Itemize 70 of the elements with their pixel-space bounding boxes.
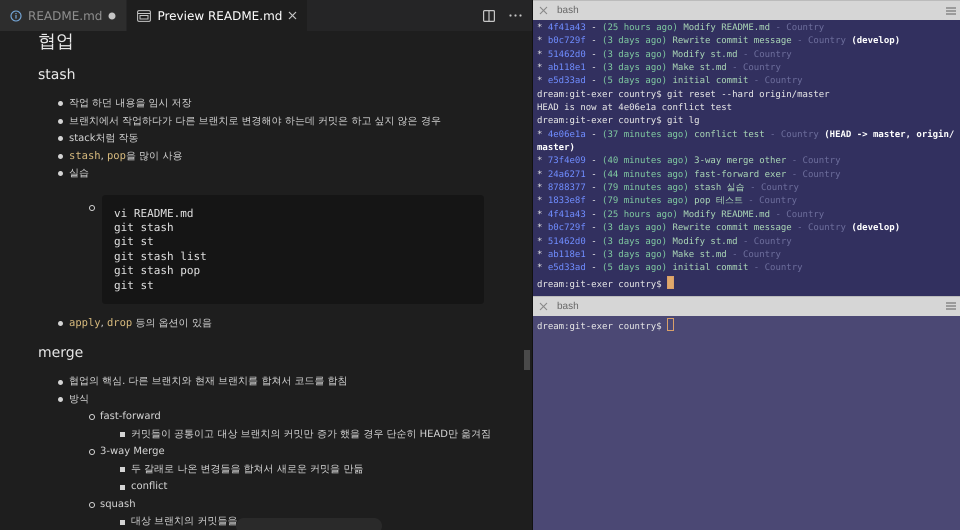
log-line: * 4f41a43 - (25 hours ago) Modify README.md - Country: [537, 22, 826, 35]
info-icon: [10, 10, 22, 22]
list-item-text: apply, drop 등의 옵션이 있음: [69, 316, 212, 331]
bullet-icon: [89, 205, 95, 212]
close-icon[interactable]: [288, 11, 298, 20]
list-item-text: fast-forward: [100, 410, 161, 424]
list-item-text: 두 갈래로 나온 변경들을 합쳐서 새로운 커밋을 만듦: [131, 462, 364, 477]
log-line: * 73f4e09 - (40 minutes ago) 3-way merge other - Country: [537, 155, 842, 168]
scrollbar-thumb[interactable]: [524, 350, 530, 370]
list-item-text: 방식: [69, 392, 89, 407]
bullet-icon: [58, 321, 63, 326]
terminal-title: bash: [557, 300, 579, 312]
section-heading: stash: [38, 66, 76, 85]
section-heading: merge: [38, 344, 84, 364]
list-item-text: squash: [100, 498, 136, 512]
list-item-text: 3-way Merge: [100, 445, 165, 460]
bullet-icon: [58, 171, 63, 176]
editor-tab[interactable]: README.md: [0, 0, 128, 31]
terminal-title: bash: [557, 5, 579, 16]
bullet-icon: [120, 467, 125, 472]
prompt-line: dream:git-exer country$: [537, 276, 958, 292]
bullet-icon: [58, 380, 63, 385]
log-line: * 51462d0 - (3 days ago) Modify st.md - Country: [537, 48, 793, 62]
prompt-line: dream:git-exer country$ git reset --hard origin/master: [537, 88, 831, 102]
heading: 협업: [38, 31, 74, 53]
preview-icon: [137, 10, 152, 22]
list-item-text: 실습: [69, 167, 89, 181]
list-item-text: 작업 하던 내용을 임시 저장: [69, 97, 192, 111]
more-icon[interactable]: [509, 14, 522, 17]
log-line: * b0c729f - (3 days ago) Rewrite commit message - Country (develop): [537, 222, 902, 236]
terminal-pane[interactable]: [533, 20, 960, 296]
split-editor-icon[interactable]: [483, 10, 495, 22]
log-line: * ab118e1 - (3 days ago) Make st.md - Country: [537, 62, 782, 76]
bullet-icon: [58, 118, 63, 124]
list-item-text: stash, pop을 많이 사용: [69, 148, 182, 164]
bullet-icon: [120, 520, 125, 525]
menu-icon[interactable]: [946, 6, 956, 14]
bullet-icon: [89, 414, 95, 420]
log-line: * 4e06e1a - (37 minutes ago) conflict test - Country (HEAD -> master, origin/master): [537, 128, 956, 156]
list-item-text: 커밋들이 공통이고 대상 브랜치의 커밋만 증가 했을 경우 단순히 HEAD만 옮겨짐: [131, 428, 492, 442]
bullet-icon: [58, 397, 63, 402]
output-line: HEAD is now at 4e06e1a conflict test: [537, 102, 734, 116]
log-line: * b0c729f - (3 days ago) Rewrite commit message - Country (develop): [537, 35, 902, 48]
list-item-text: 브랜치에서 작업하다가 다른 브랜치로 변경해야 하는데 커밋은 하고 싶지 않은 경우: [69, 114, 441, 128]
log-line: * ab118e1 - (3 days ago) Make st.md - Country: [537, 248, 782, 262]
unsaved-dot-icon: [108, 12, 116, 20]
list-item-text: stack처럼 작동: [69, 132, 139, 146]
editor-tab[interactable]: Preview README.md: [127, 0, 308, 31]
log-line: * 8788377 - (79 minutes ago) stash 실습 - Country: [537, 182, 800, 196]
log-line: * e5d33ad - (5 days ago) initial commit - Country: [537, 75, 804, 88]
list-item-text: 협업의 핵심. 다른 브랜치와 현재 브랜치를 합쳐서 코드를 합침: [69, 375, 348, 390]
bullet-icon: [89, 449, 95, 456]
bullet-icon: [58, 101, 63, 106]
bullet-icon: [120, 484, 125, 490]
log-line: * 24a6271 - (44 minutes ago) fast-forward exer - Country: [537, 168, 842, 182]
log-line: * e5d33ad - (5 days ago) initial commit - Country: [537, 262, 804, 276]
prompt-line: dream:git-exer country$ git lg: [537, 115, 701, 128]
menu-icon[interactable]: [946, 302, 956, 310]
bullet-icon: [58, 136, 63, 142]
log-line: * 1833e8f - (79 minutes ago) pop 테스트 - Country: [537, 195, 798, 208]
bullet-icon: [89, 502, 95, 508]
list-item-text: conflict: [131, 480, 168, 494]
terminal-pane[interactable]: dream:git-exer country$: [533, 316, 960, 530]
code-block: vi README.md git stash git st git stash list git stash pop git st: [102, 194, 484, 304]
log-line: * 4f41a43 - (25 hours ago) Modify README.md - Country: [537, 208, 826, 222]
bullet-icon: [58, 154, 63, 159]
prompt-line: dream:git-exer country$: [537, 318, 958, 334]
bullet-icon: [120, 432, 125, 438]
log-line: * 51462d0 - (3 days ago) Modify st.md - Country: [537, 236, 793, 248]
list-item-text: 대상 브랜치의 커밋들을: [131, 515, 238, 530]
